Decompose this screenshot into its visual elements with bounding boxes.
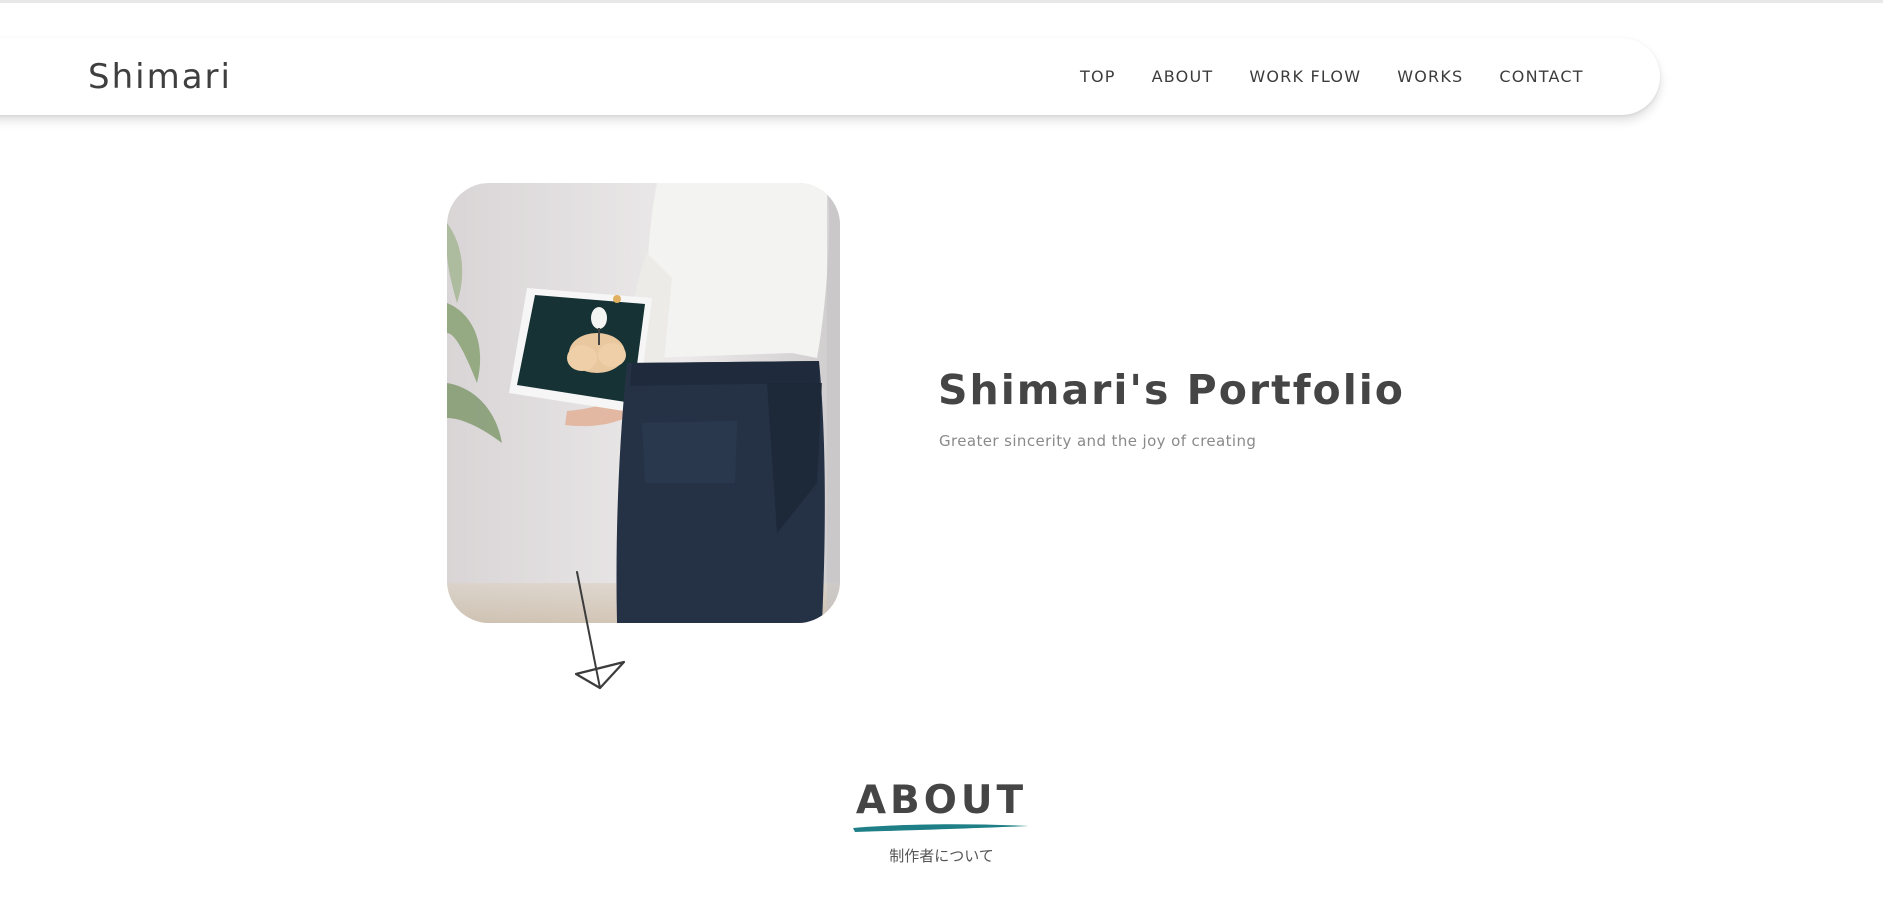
nav-link-top[interactable]: TOP: [1080, 66, 1116, 88]
brush-underline: [853, 824, 1029, 832]
nav-link-works[interactable]: WORKS: [1397, 66, 1463, 88]
hero-photo: [447, 183, 840, 623]
down-arrow-icon: [574, 571, 626, 690]
about-heading: ABOUT: [855, 778, 1028, 823]
hero-subtitle: Greater sincerity and the joy of creatin…: [939, 432, 1257, 450]
about-subheading: 制作者について: [889, 847, 994, 865]
main-nav: TOP ABOUT WORK FLOW WORKS CONTACT: [1080, 66, 1620, 88]
nav-link-about[interactable]: ABOUT: [1152, 66, 1214, 88]
nav-link-work-flow[interactable]: WORK FLOW: [1249, 66, 1361, 88]
site-logo[interactable]: Shimari: [88, 57, 232, 97]
nav-link-contact[interactable]: CONTACT: [1499, 66, 1583, 88]
top-divider: [0, 0, 1883, 3]
hero-title: Shimari's Portfolio: [938, 366, 1405, 414]
